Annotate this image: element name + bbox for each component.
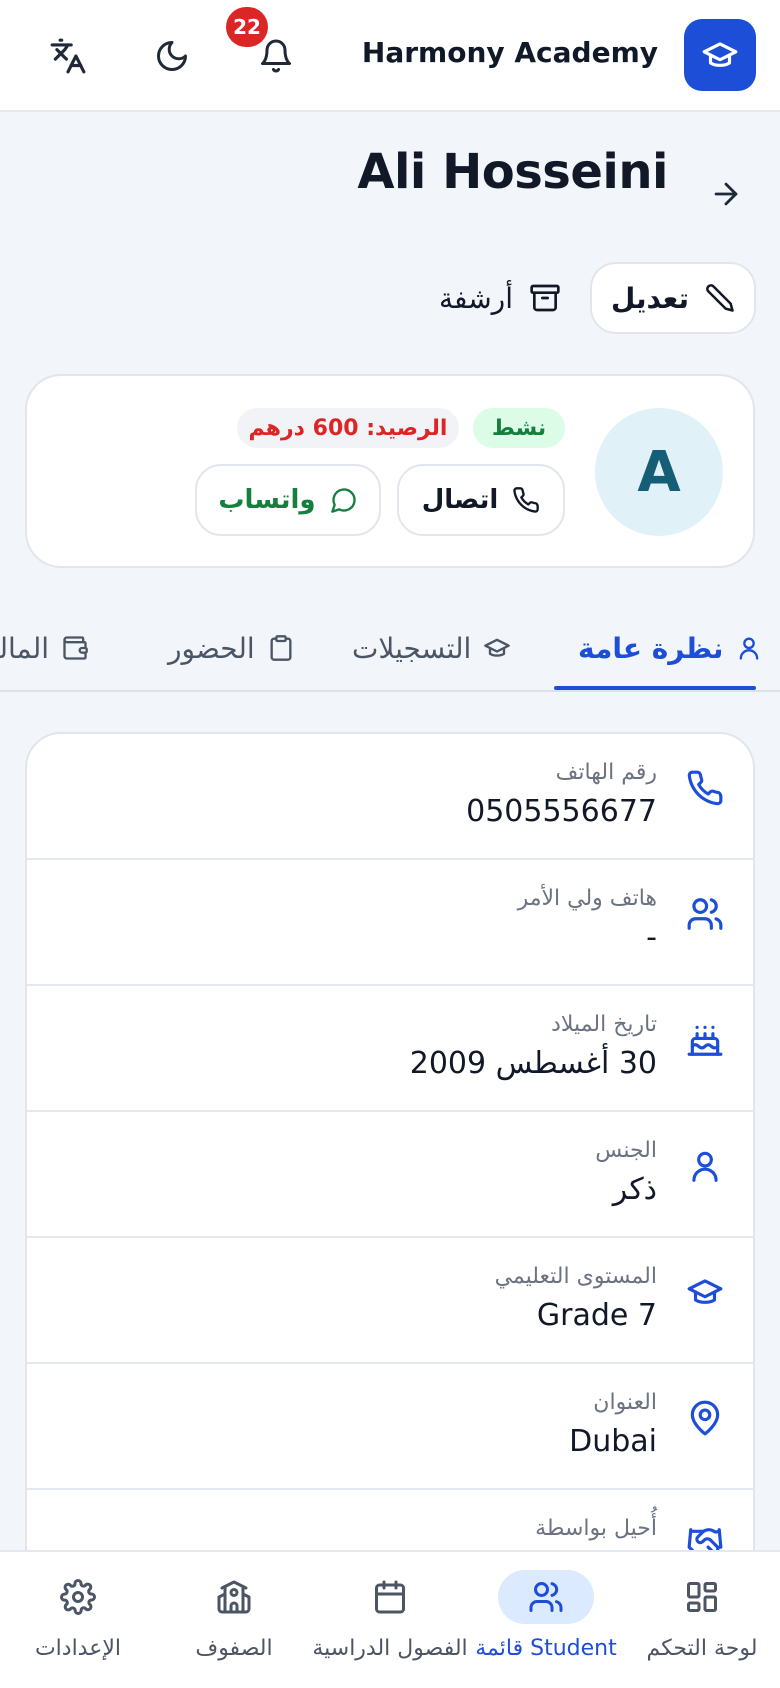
tab-finance[interactable]: المالية (0, 606, 89, 690)
moon-icon (157, 41, 187, 71)
status-badge: نشط (473, 408, 565, 448)
detail-label: الجنس (595, 1138, 657, 1163)
detail-value: 30 أغسطس 2009 (409, 1046, 657, 1081)
top-header: Harmony Academy 22 (0, 0, 780, 112)
users-icon (529, 1582, 563, 1612)
bell-icon (261, 39, 291, 73)
theme-toggle-button[interactable] (144, 28, 200, 84)
detail-label: العنوان (593, 1390, 657, 1415)
whatsapp-button[interactable]: واتساب (195, 464, 381, 536)
avatar: A (595, 408, 723, 536)
gear-icon (60, 1579, 96, 1615)
tab-attendance[interactable]: الحضور (168, 606, 295, 690)
graduation-cap-icon (687, 1279, 723, 1304)
nav-classes[interactable]: الفصول الدراسية (312, 1552, 468, 1688)
detail-value: Grade 7 (536, 1298, 657, 1333)
pencil-icon (706, 284, 734, 312)
edit-button-label: تعديل (611, 281, 689, 315)
detail-label: المستوى التعليمي (494, 1264, 657, 1289)
cake-icon (687, 1025, 723, 1056)
detail-row-phone: رقم الهاتف 0505556677 (27, 734, 753, 860)
profile-tabs: نظرة عامة التسجيلات الحضور المالية (0, 606, 780, 692)
tab-label: الحضور (168, 631, 255, 665)
detail-value: ذكر (612, 1172, 657, 1207)
detail-row-birthdate: تاريخ الميلاد 30 أغسطس 2009 (27, 986, 753, 1112)
user-icon (740, 637, 759, 660)
details-card: رقم الهاتف 0505556677 هاتف ولي الأمر - ت… (25, 732, 755, 1688)
graduation-cap-icon (702, 42, 738, 67)
detail-label: هاتف ولي الأمر (517, 886, 657, 911)
call-button[interactable]: اتصال (397, 464, 565, 536)
map-pin-icon (690, 1400, 720, 1436)
detail-row-gender: الجنس ذكر (27, 1112, 753, 1238)
tab-overview[interactable]: نظرة عامة (578, 606, 763, 690)
notification-badge: 22 (226, 7, 268, 47)
app-logo[interactable] (684, 19, 756, 91)
wallet-icon (63, 636, 88, 660)
nav-students[interactable]: قائمة Student (468, 1552, 624, 1688)
arrow-right-icon (714, 182, 738, 206)
nav-settings[interactable]: الإعدادات (0, 1552, 156, 1688)
tab-label: المالية (0, 631, 50, 665)
active-tab-indicator (554, 686, 756, 690)
detail-row-guardian-phone: هاتف ولي الأمر - (27, 860, 753, 986)
detail-label: أُحيل بواسطة (535, 1516, 657, 1541)
balance-badge: الرصيد: 600 درهم (237, 408, 459, 448)
calendar-icon (375, 1580, 405, 1614)
call-button-label: اتصال (421, 485, 499, 515)
phone-icon (687, 770, 723, 806)
back-button[interactable] (704, 172, 748, 216)
archive-icon (530, 284, 560, 312)
tab-enrollments[interactable]: التسجيلات (352, 606, 511, 690)
language-button[interactable] (40, 28, 96, 84)
users-icon (687, 898, 723, 930)
school-icon (217, 1580, 251, 1614)
app-name: Harmony Academy (361, 36, 658, 69)
tab-label: التسجيلات (352, 631, 472, 665)
detail-label: تاريخ الميلاد (551, 1012, 657, 1037)
detail-row-grade: المستوى التعليمي Grade 7 (27, 1238, 753, 1364)
edit-button[interactable]: تعديل (590, 262, 756, 334)
detail-value: Dubai (569, 1424, 657, 1459)
nav-grades[interactable]: الصفوف (156, 1552, 312, 1688)
detail-label: رقم الهاتف (555, 760, 657, 785)
user-icon (692, 1151, 718, 1182)
whatsapp-button-label: واتساب (218, 485, 316, 515)
bottom-navigation: لوحة التحكم قائمة Student الفصول الدراسي… (0, 1550, 780, 1688)
detail-row-address: العنوان Dubai (27, 1364, 753, 1490)
detail-value: - (646, 920, 657, 955)
graduation-cap-icon (484, 638, 511, 657)
tab-label: نظرة عامة (578, 631, 724, 665)
message-circle-icon (330, 488, 356, 513)
phone-icon (513, 487, 540, 513)
nav-label: الإعدادات (34, 1636, 122, 1661)
nav-dashboard[interactable]: لوحة التحكم (624, 1552, 780, 1688)
dashboard-icon (687, 1582, 717, 1612)
page-title: Ali Hosseini (357, 144, 668, 200)
archive-button-label: أرشفة (439, 281, 513, 315)
translate-icon (50, 38, 86, 74)
clipboard-icon (270, 635, 292, 661)
detail-value: 0505556677 (466, 794, 657, 829)
archive-button[interactable]: أرشفة (420, 262, 580, 334)
profile-card: A نشط الرصيد: 600 درهم اتصال واتساب (25, 374, 755, 568)
